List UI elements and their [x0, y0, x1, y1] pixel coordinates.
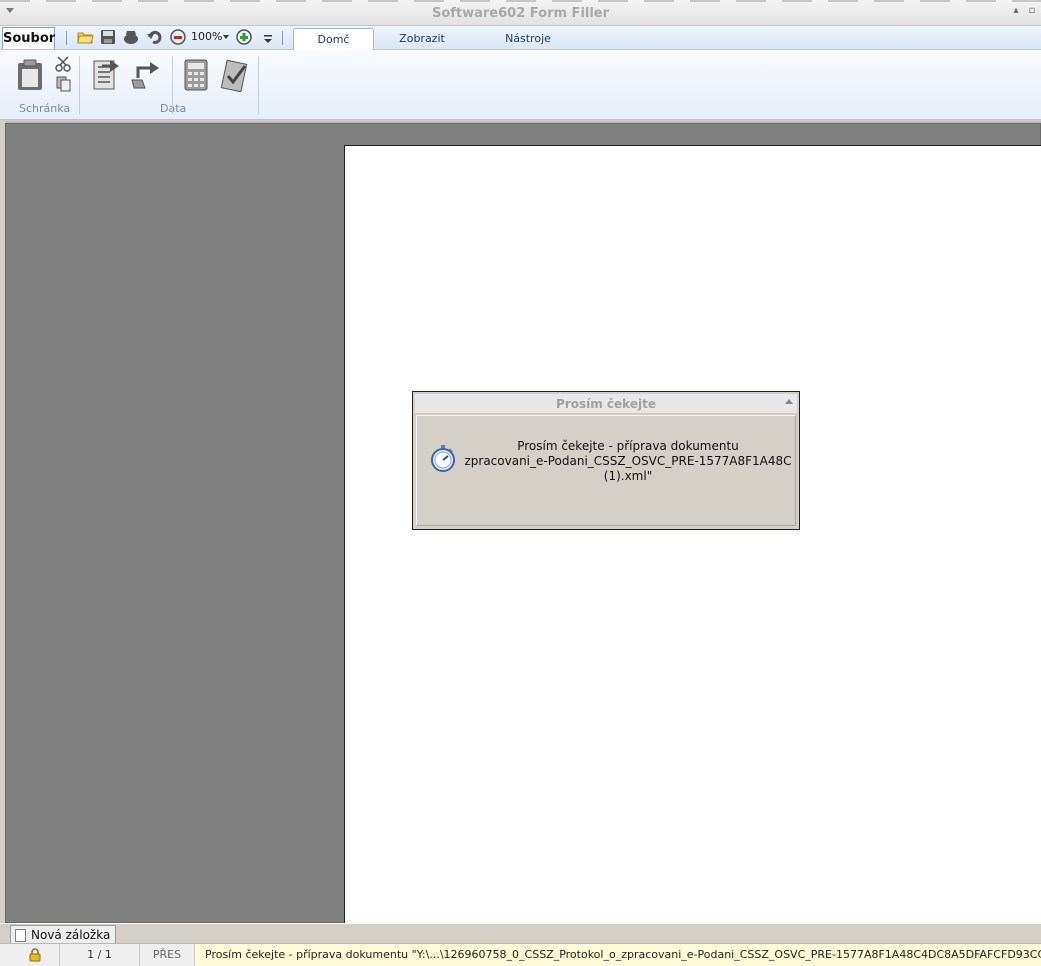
- tab-view[interactable]: Zobrazit: [385, 28, 459, 50]
- dialog-title: Prosím čekejte: [415, 394, 797, 414]
- tab-new-document[interactable]: Nová záložka: [10, 925, 117, 945]
- toolbar-separator: [282, 31, 283, 45]
- zoom-out-icon[interactable]: [169, 28, 187, 46]
- ribbon-body: Schránka Data: [0, 50, 1041, 120]
- tab-home[interactable]: Domč: [293, 28, 374, 51]
- zoom-in-icon[interactable]: [235, 28, 253, 46]
- status-lock-cell: [0, 944, 60, 966]
- group-label-data: Data: [160, 102, 187, 115]
- cut-icon[interactable]: [55, 56, 73, 72]
- open-folder-icon[interactable]: [76, 28, 94, 46]
- dialog-body: Prosím čekejte - příprava dokumentu zpra…: [416, 415, 796, 526]
- tab-new-document-label: Nová záložka: [31, 928, 111, 942]
- customize-toolbar-icon[interactable]: [259, 28, 277, 46]
- window-title: Software602 Form Filler: [431, 6, 610, 21]
- save-icon[interactable]: [99, 28, 117, 46]
- group-label-clipboard: Schránka: [19, 102, 71, 115]
- calculate-icon[interactable]: [182, 58, 210, 92]
- ribbon-group-separator: [172, 56, 173, 114]
- export-data-icon[interactable]: [130, 58, 162, 92]
- import-data-icon[interactable]: [90, 58, 122, 92]
- ribbon-group-separator: [258, 56, 259, 114]
- undo-icon[interactable]: [146, 28, 164, 46]
- zoom-level[interactable]: 100%: [191, 30, 222, 43]
- dialog-collapse-icon[interactable]: [785, 399, 793, 404]
- status-bar: 1 / 1 PŘES Prosím čekejte - příprava dok…: [0, 943, 1041, 966]
- dialog-message-line: (1).xml": [603, 469, 653, 483]
- background-window-strip: [0, 0, 1041, 2]
- dialog-message-line: zpracovani_e-Podani_CSSZ_OSVC_PRE-1577A8…: [464, 454, 792, 468]
- dialog-message-line: Prosím čekejte - příprava dokumentu: [517, 439, 739, 453]
- title-bar: Software602 Form Filler ▴ ▫: [0, 0, 1041, 26]
- document-page[interactable]: [344, 145, 1041, 923]
- toolbar-separator: [66, 31, 67, 45]
- ribbon-group-separator: [79, 56, 80, 114]
- paste-icon[interactable]: [14, 58, 46, 92]
- status-overwrite-mode: PŘES: [140, 944, 195, 966]
- dialog-message: Prosím čekejte - příprava dokumentu zpra…: [461, 439, 795, 484]
- tab-tools[interactable]: Nástroje: [491, 28, 565, 50]
- please-wait-dialog: Prosím čekejte Prosím čekejte - příprava…: [412, 391, 800, 530]
- stopwatch-icon: [431, 445, 455, 472]
- status-message: Prosím čekejte - příprava dokumentu "Y:\…: [195, 944, 1041, 966]
- validate-form-icon[interactable]: [218, 58, 250, 92]
- file-menu-button[interactable]: Soubor: [2, 27, 55, 49]
- copy-icon[interactable]: [55, 76, 73, 92]
- zoom-dropdown-chevron-icon[interactable]: [223, 35, 229, 39]
- shade-window-icon[interactable]: ▴: [1010, 5, 1022, 17]
- ribbon-top-bar: Soubor 100% Domč Zobrazit Nástroje: [0, 26, 1041, 51]
- print-icon[interactable]: [122, 28, 140, 46]
- maximize-window-icon[interactable]: ▫: [1026, 5, 1038, 17]
- status-page-number: 1 / 1: [60, 944, 140, 966]
- document-icon: [15, 929, 26, 942]
- document-tabs-bar: Nová záložka: [0, 923, 1041, 945]
- application-window: Software602 Form Filler ▴ ▫ Soubor 100% …: [0, 0, 1041, 966]
